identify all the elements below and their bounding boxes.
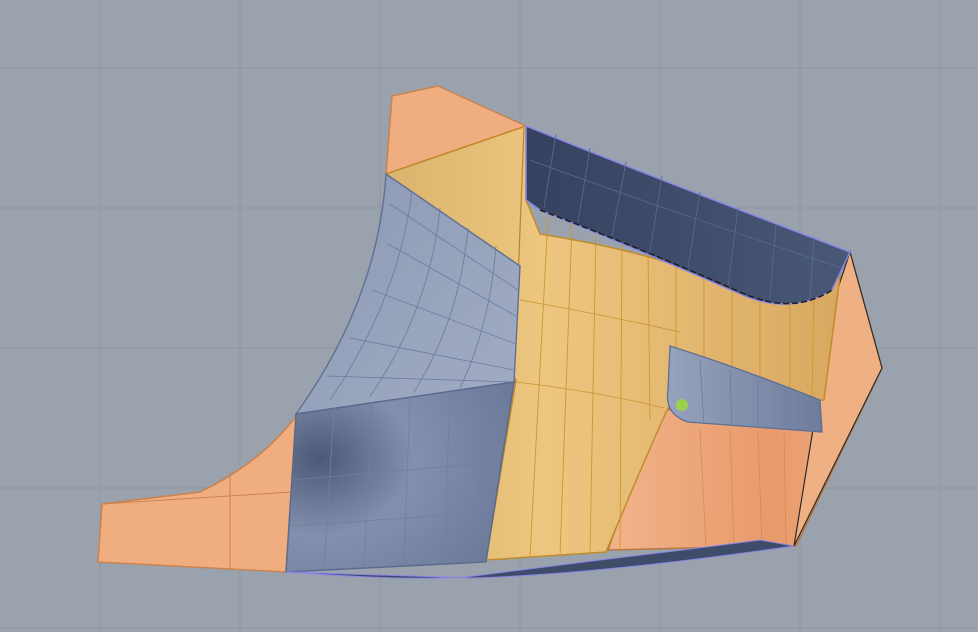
control-point[interactable] (676, 399, 688, 411)
3d-viewport[interactable] (0, 0, 978, 632)
viewport-canvas[interactable] (0, 0, 978, 632)
orange-patch-bottom-left[interactable] (97, 413, 297, 573)
